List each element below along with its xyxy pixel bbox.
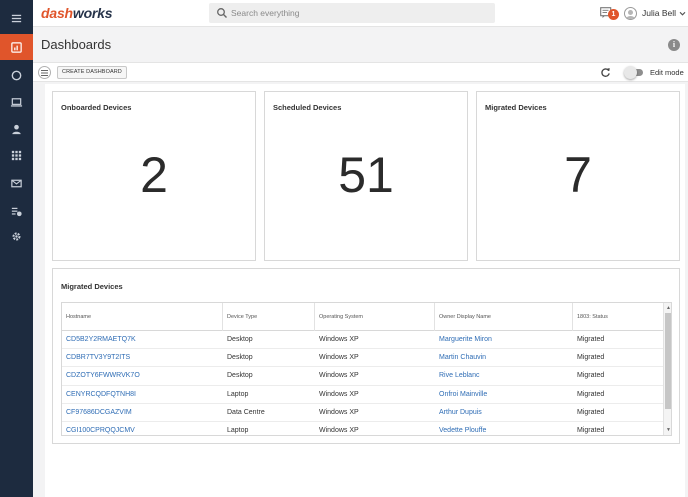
toggle-knob xyxy=(624,66,637,79)
device-type-cell: Laptop xyxy=(227,390,249,398)
column-header-hostname[interactable]: Hostname xyxy=(62,303,223,331)
gear-icon xyxy=(12,232,21,240)
widget-onboarded-devices[interactable]: Onboarded Devices 2 xyxy=(52,91,256,261)
scroll-thumb[interactable] xyxy=(665,313,671,409)
devices-grid: Hostname Device Type Operating System Ow… xyxy=(61,302,672,436)
nav-projects[interactable] xyxy=(0,198,33,224)
menu-button[interactable] xyxy=(0,5,33,31)
widget-migrated-devices[interactable]: Migrated Devices 7 xyxy=(476,91,680,261)
table-row: CD5B2Y2RMAETQ7K Desktop Windows XP Margu… xyxy=(62,331,663,350)
hostname-link[interactable]: CENYRCQDFQTNH8I xyxy=(62,386,223,404)
scroll-down-icon[interactable]: ▼ xyxy=(665,427,671,433)
device-type-cell: Desktop xyxy=(227,372,253,380)
device-type-cell: Laptop xyxy=(227,427,249,434)
widget-value: 7 xyxy=(564,147,592,203)
widget-title: Migrated Devices xyxy=(485,103,547,112)
refresh-icon[interactable] xyxy=(600,67,611,78)
os-cell: Windows XP xyxy=(319,372,359,380)
widget-title: Scheduled Devices xyxy=(273,103,342,112)
checklist-icon xyxy=(11,207,22,216)
edit-mode-label: Edit mode xyxy=(650,68,684,77)
owner-link[interactable]: Martin Chauvin xyxy=(435,349,573,367)
os-cell: Windows XP xyxy=(319,336,359,343)
user-icon xyxy=(12,124,21,134)
nav-users[interactable] xyxy=(0,116,33,142)
dashboard-toolbar: CREATE DASHBOARD Edit mode xyxy=(33,62,688,82)
create-dashboard-button[interactable]: CREATE DASHBOARD xyxy=(57,66,127,79)
column-header-owner-display-name[interactable]: Owner Display Name xyxy=(435,303,573,331)
left-nav xyxy=(0,0,33,497)
column-header-device-type[interactable]: Device Type xyxy=(223,303,315,331)
top-bar: dashworks 1 Julia Bell xyxy=(33,0,688,27)
hostname-link[interactable]: CD5B2Y2RMAETQ7K xyxy=(62,331,223,349)
search-input[interactable] xyxy=(231,5,487,21)
search-icon xyxy=(217,8,227,18)
edit-mode-toggle[interactable] xyxy=(624,66,643,79)
widget-title: Migrated Devices xyxy=(61,282,123,291)
table-row: CF97686DCGAZVIM Data Centre Windows XP A… xyxy=(62,404,663,422)
status-cell: Migrated xyxy=(577,372,605,380)
nav-circle[interactable] xyxy=(0,62,33,88)
dashworks-logo[interactable]: dashworks xyxy=(41,6,113,20)
widget-value: 51 xyxy=(338,147,394,203)
laptop-icon xyxy=(10,97,23,107)
owner-link[interactable]: Arthur Dupuis xyxy=(435,404,573,422)
owner-link[interactable]: Onfroi Mainville xyxy=(435,386,573,404)
nav-devices[interactable] xyxy=(0,89,33,115)
info-icon[interactable]: i xyxy=(668,39,680,51)
grid-header: Hostname Device Type Operating System Ow… xyxy=(62,303,663,331)
user-menu[interactable]: Julia Bell xyxy=(624,6,686,20)
table-row: CGI100CPRQQJCMV Laptop Windows XP Vedett… xyxy=(62,422,663,435)
owner-link[interactable]: Vedette Plouffe xyxy=(435,422,573,435)
status-cell: Migrated xyxy=(577,427,605,434)
owner-link[interactable]: Rive Leblanc xyxy=(435,367,573,385)
widget-value: 2 xyxy=(140,147,168,203)
page-title: Dashboards xyxy=(41,37,112,52)
status-cell: Migrated xyxy=(577,408,605,416)
device-type-cell: Desktop xyxy=(227,336,253,343)
column-header-status[interactable]: 1803: Status xyxy=(573,303,663,331)
nav-settings[interactable] xyxy=(0,223,33,249)
table-row: CDBR7TV3Y9T2ITS Desktop Windows XP Marti… xyxy=(62,349,663,368)
hostname-link[interactable]: CDZOTY6FWWRVK7O xyxy=(62,367,223,385)
mail-icon xyxy=(11,179,22,187)
list-icon xyxy=(41,70,48,76)
grid-scrollbar[interactable]: ▲ ▼ xyxy=(663,303,671,435)
owner-link[interactable]: Marguerite Miron xyxy=(435,331,573,349)
hostname-link[interactable]: CGI100CPRQQJCMV xyxy=(62,422,223,435)
nav-applications[interactable] xyxy=(0,142,33,168)
hostname-link[interactable]: CDBR7TV3Y9T2ITS xyxy=(62,349,223,367)
scroll-up-icon[interactable]: ▲ xyxy=(665,305,671,311)
widget-scheduled-devices[interactable]: Scheduled Devices 51 xyxy=(264,91,468,261)
user-name: Julia Bell xyxy=(642,8,677,18)
circle-icon xyxy=(11,70,22,80)
column-header-operating-system[interactable]: Operating System xyxy=(315,303,435,331)
nav-mailboxes[interactable] xyxy=(0,170,33,196)
dashboard-list-button[interactable] xyxy=(38,66,51,79)
device-type-cell: Data Centre xyxy=(227,408,265,416)
status-cell: Migrated xyxy=(577,390,605,398)
notifications-button[interactable]: 1 xyxy=(600,6,619,22)
hostname-link[interactable]: CF97686DCGAZVIM xyxy=(62,404,223,422)
avatar xyxy=(624,6,637,20)
widget-title: Onboarded Devices xyxy=(61,103,132,112)
os-cell: Windows XP xyxy=(319,408,359,416)
chevron-down-icon xyxy=(679,11,686,16)
status-cell: Migrated xyxy=(577,354,605,362)
status-cell: Migrated xyxy=(577,336,605,343)
nav-dashboards[interactable] xyxy=(0,34,33,60)
device-type-cell: Desktop xyxy=(227,354,253,362)
menu-icon xyxy=(11,14,22,22)
apps-grid-icon xyxy=(11,150,22,160)
search-box[interactable] xyxy=(209,3,495,23)
os-cell: Windows XP xyxy=(319,390,359,398)
os-cell: Windows XP xyxy=(319,354,359,362)
widget-migrated-devices-table: Migrated Devices Hostname Device Type Op… xyxy=(52,268,680,444)
table-row: CDZOTY6FWWRVK7O Desktop Windows XP Rive … xyxy=(62,367,663,386)
table-row: CENYRCQDFQTNH8I Laptop Windows XP Onfroi… xyxy=(62,386,663,404)
notification-badge: 1 xyxy=(608,9,619,20)
os-cell: Windows XP xyxy=(319,427,359,434)
dashboard-icon xyxy=(11,41,22,53)
